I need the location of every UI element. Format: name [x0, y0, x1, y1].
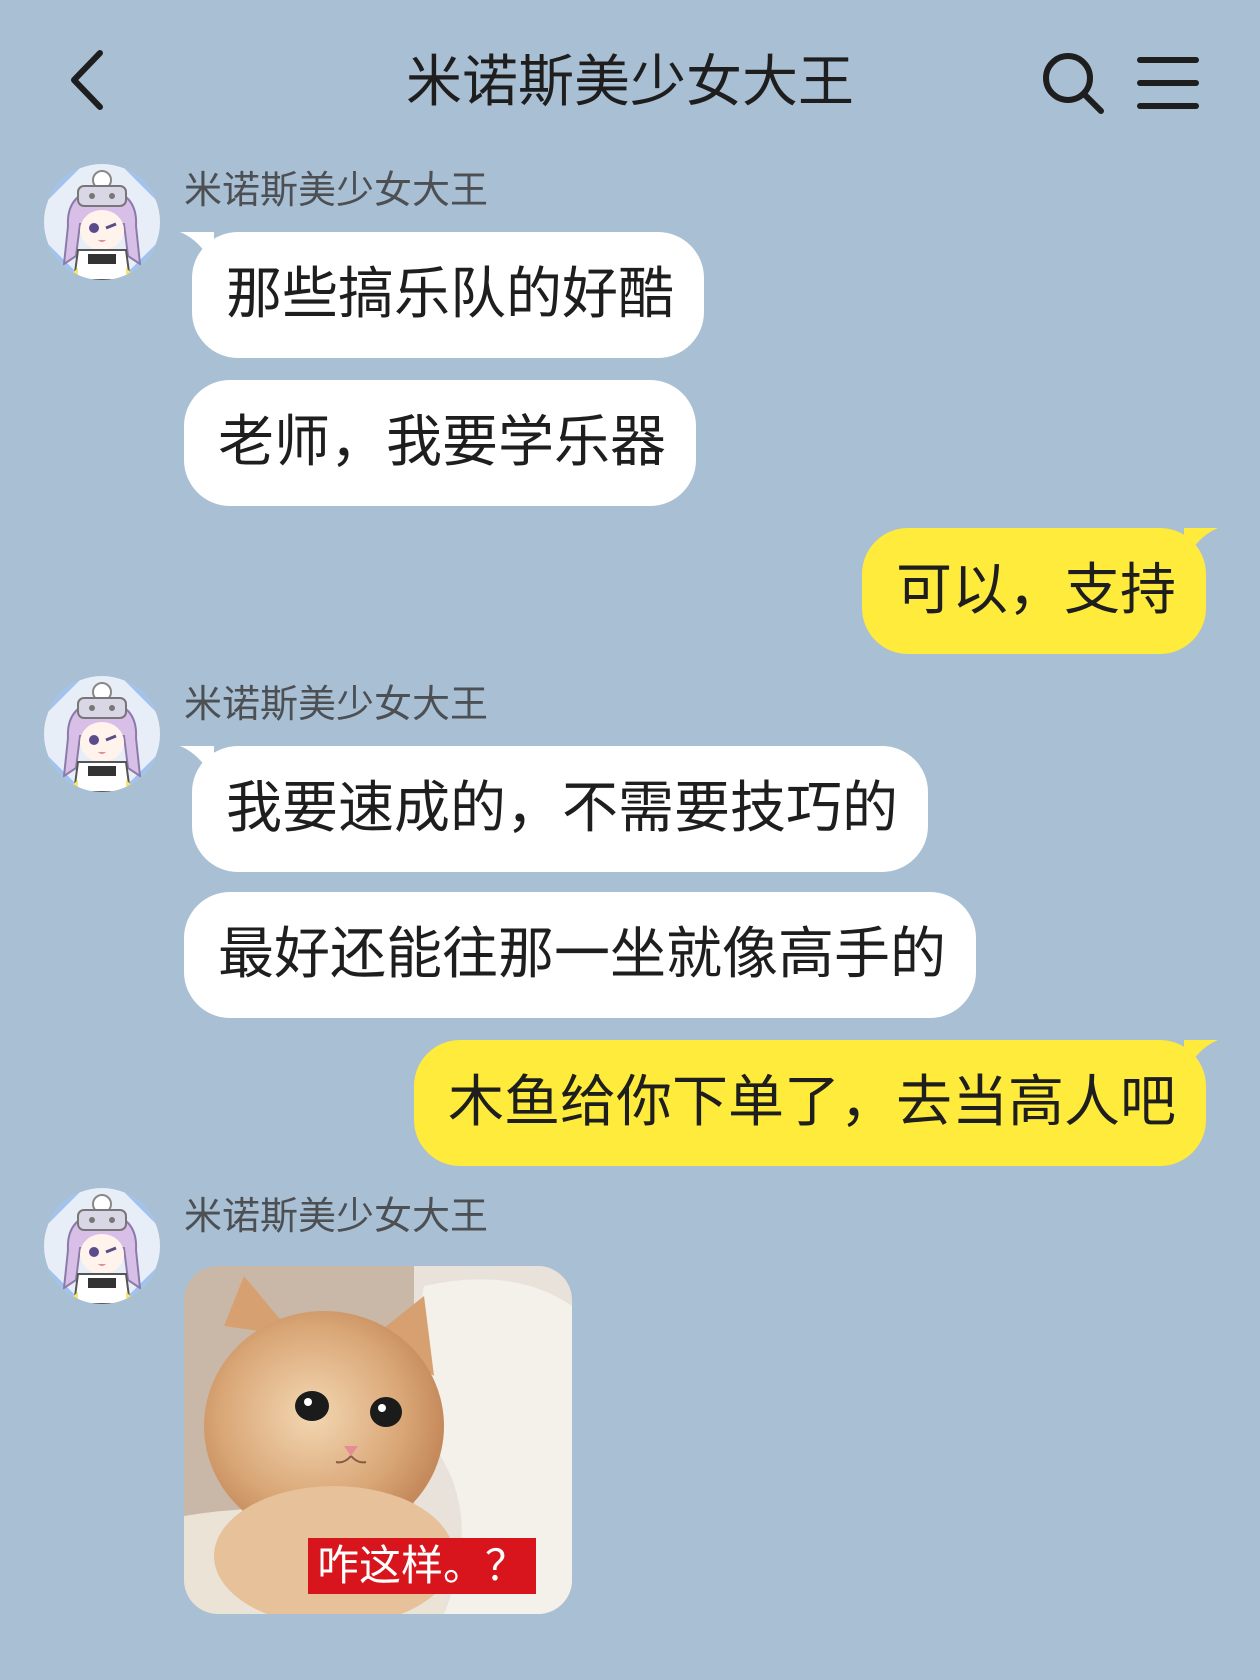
image-message[interactable]: 咋这样。？ — [184, 1266, 572, 1614]
message-text: 最好还能往那一坐就像高手的 — [218, 922, 946, 987]
avatar-image — [44, 676, 160, 792]
message-bubble-incoming[interactable]: 最好还能往那一坐就像高手的 — [184, 892, 976, 1018]
menu-button[interactable] — [1136, 52, 1200, 114]
message-text: 老师，我要学乐器 — [218, 410, 666, 475]
bubble-tail — [180, 232, 214, 266]
message-text: 我要速成的，不需要技巧的 — [226, 776, 898, 841]
bubble-tail — [1184, 1040, 1218, 1074]
message-text: 可以，支持 — [896, 558, 1176, 623]
message-text: 那些搞乐队的好酷 — [226, 262, 674, 327]
message-bubble-incoming[interactable]: 那些搞乐队的好酷 — [180, 232, 704, 358]
sender-avatar[interactable] — [44, 1188, 160, 1304]
search-button[interactable] — [1040, 50, 1106, 116]
message-bubble-incoming[interactable]: 老师，我要学乐器 — [184, 380, 696, 506]
chevron-left-icon — [71, 50, 103, 110]
top-bar: 米诺斯美少女大王 — [0, 0, 1260, 160]
sender-name: 米诺斯美少女大王 — [184, 682, 489, 726]
hamburger-menu-icon — [1137, 57, 1199, 109]
sender-avatar[interactable] — [44, 676, 160, 792]
bubble-tail — [180, 746, 214, 780]
avatar-image — [44, 1188, 160, 1304]
search-icon — [1043, 53, 1104, 114]
message-bubble-outgoing[interactable]: 可以，支持 — [862, 528, 1218, 654]
message-bubble-outgoing[interactable]: 木鱼给你下单了，去当高人吧 — [414, 1040, 1218, 1166]
sender-avatar[interactable] — [44, 164, 160, 280]
back-button[interactable] — [60, 45, 120, 115]
avatar-image — [44, 164, 160, 280]
sender-name: 米诺斯美少女大王 — [184, 1194, 489, 1238]
image-caption: 咋这样。？ — [308, 1538, 536, 1594]
message-bubble-incoming[interactable]: 我要速成的，不需要技巧的 — [180, 746, 928, 872]
sender-name: 米诺斯美少女大王 — [184, 168, 489, 212]
bubble-tail — [1184, 528, 1218, 562]
message-text: 木鱼给你下单了，去当高人吧 — [448, 1070, 1176, 1135]
